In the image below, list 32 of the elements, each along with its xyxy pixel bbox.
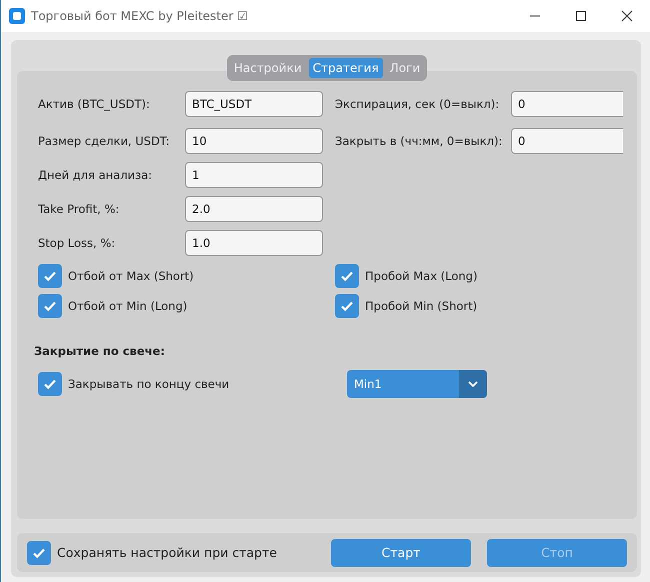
checkbox-label: Пробой Min (Short) — [365, 299, 478, 313]
input-field[interactable]: 10 — [185, 128, 323, 154]
checkbox[interactable] — [335, 264, 359, 288]
checkbox[interactable] — [38, 372, 62, 396]
window-title: Торговый бот MEXC by Pleitester ☑ — [31, 9, 248, 23]
field-label: Stop Loss, %: — [38, 236, 116, 250]
field-label: Дней для анализа: — [38, 168, 154, 182]
checkbox[interactable] — [38, 294, 62, 318]
checkbox-label: Отбой от Max (Short) — [68, 269, 194, 283]
input-field[interactable]: BTC_USDT — [185, 91, 323, 117]
app-icon — [9, 8, 25, 24]
field-label: Актив (BTC_USDT): — [38, 97, 151, 111]
field-label: Закрыть в (чч:мм, 0=выкл): — [335, 134, 504, 148]
checkbox-label: Пробой Max (Long) — [365, 269, 478, 283]
checkbox-label: Сохранять настройки при старте — [57, 545, 277, 560]
checkbox[interactable] — [38, 264, 62, 288]
field-label: Take Profit, %: — [38, 202, 120, 216]
input-field[interactable]: 1 — [185, 162, 323, 188]
checkbox-label: Закрывать по концу свечи — [68, 377, 230, 391]
field-label: Экспирация, сек (0=выкл): — [335, 97, 500, 111]
field-label: Размер сделки, USDT: — [38, 134, 170, 148]
maximize-icon[interactable] — [575, 10, 587, 22]
close-icon[interactable] — [621, 10, 633, 22]
input-field[interactable]: 1.0 — [185, 230, 323, 256]
chevron-down-icon — [468, 381, 478, 387]
checkbox-label: Отбой от Min (Long) — [68, 299, 188, 313]
input-field[interactable]: 0 — [511, 128, 623, 154]
checkbox[interactable] — [27, 540, 51, 564]
input-field[interactable]: 2.0 — [185, 196, 323, 222]
input-field[interactable]: 0 — [511, 91, 623, 117]
section-heading: Закрытие по свече: — [34, 344, 166, 358]
checkbox[interactable] — [335, 294, 359, 318]
